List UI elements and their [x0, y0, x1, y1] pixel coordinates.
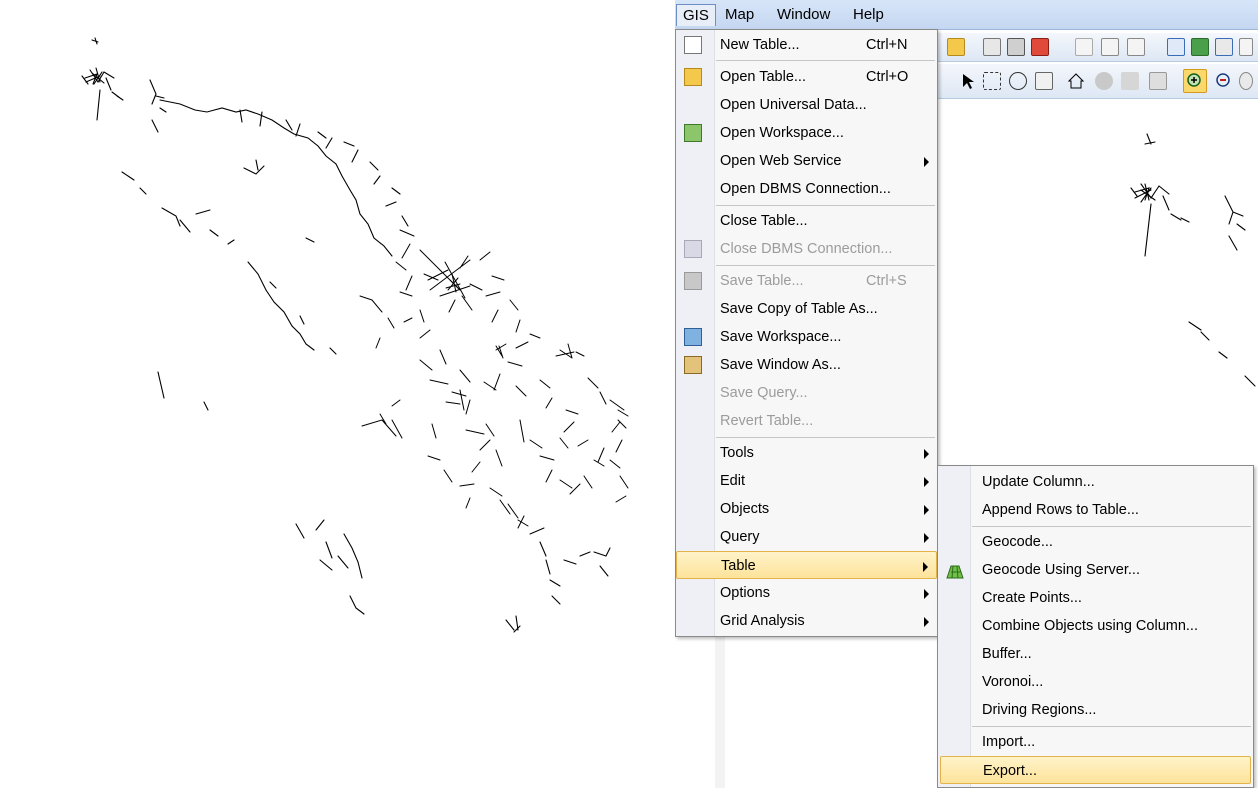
graph-select-icon[interactable]: [1149, 72, 1167, 90]
menu-item-save-workspace[interactable]: Save Workspace...: [676, 323, 937, 351]
menu-map[interactable]: Map: [719, 4, 760, 26]
save-window-icon: [684, 356, 702, 374]
menu-item-buffer[interactable]: Buffer...: [938, 640, 1253, 668]
submenu-arrow-icon: [924, 449, 929, 459]
menu-item-table[interactable]: Table: [676, 551, 937, 579]
browser-icon[interactable]: [1167, 38, 1185, 56]
open-workspace-icon: [684, 124, 702, 142]
table-submenu: Update Column... Append Rows to Table...…: [937, 465, 1254, 788]
copy-icon[interactable]: [1101, 38, 1119, 56]
menu-item-save-query: Save Query...: [720, 385, 808, 401]
menu-item-new-table[interactable]: New Table... Ctrl+N: [676, 31, 937, 59]
submenu-arrow-icon: [924, 477, 929, 487]
menu-item-combine-objects-using-column[interactable]: Combine Objects using Column...: [938, 612, 1253, 640]
menu-item-grid-analysis[interactable]: Grid Analysis: [676, 607, 937, 635]
submenu-arrow-icon: [924, 533, 929, 543]
menu-item-open-universal-data[interactable]: Open Universal Data...: [676, 91, 937, 119]
print-icon[interactable]: [1007, 38, 1025, 56]
menu-separator: [716, 205, 935, 206]
gis-application: GIS Map Window Help New Table... Ctrl+N …: [675, 0, 1258, 788]
invert-selection-icon[interactable]: [1121, 72, 1139, 90]
menu-separator: [716, 437, 935, 438]
submenu-arrow-icon: [924, 589, 929, 599]
menu-item-open-dbms-connection[interactable]: Open DBMS Connection...: [676, 175, 937, 203]
radius-select-icon[interactable]: [1009, 72, 1027, 90]
menu-item-edit[interactable]: Edit: [676, 467, 937, 495]
zoom-in-icon[interactable]: [1183, 69, 1207, 93]
left-map-canvas[interactable]: [0, 0, 715, 788]
pdf-icon[interactable]: [1031, 38, 1049, 56]
new-table-icon: [684, 36, 702, 54]
menu-item-create-points[interactable]: Create Points...: [938, 584, 1253, 612]
submenu-arrow-icon: [923, 562, 928, 572]
help-tool-icon[interactable]: [1239, 72, 1253, 90]
polygon-select-icon[interactable]: [1035, 72, 1053, 90]
geocode-server-icon: [946, 561, 964, 579]
menu-item-close-table[interactable]: Close Table...: [676, 207, 937, 235]
submenu-arrow-icon: [924, 617, 929, 627]
menu-separator: [716, 60, 935, 61]
save-icon: [684, 272, 702, 290]
menu-item-voronoi[interactable]: Voronoi...: [938, 668, 1253, 696]
menu-item-revert-table: Revert Table...: [720, 413, 814, 429]
menu-separator: [972, 726, 1251, 727]
menu-item-geocode-using-server[interactable]: Geocode Using Server...: [938, 556, 1253, 584]
layout-icon[interactable]: [1191, 38, 1209, 56]
close-dbms-icon: [684, 240, 702, 258]
menu-item-save-table: Save Table... Ctrl+S: [676, 267, 937, 295]
menu-item-tools[interactable]: Tools: [676, 439, 937, 467]
redistrict-icon[interactable]: [1239, 38, 1253, 56]
menu-separator: [716, 265, 935, 266]
menu-separator: [972, 526, 1251, 527]
save-workspace-icon: [684, 328, 702, 346]
menu-gis[interactable]: GIS: [676, 4, 716, 26]
select-arrow-icon[interactable]: [959, 72, 977, 90]
paste-icon[interactable]: [1127, 38, 1145, 56]
menu-item-import[interactable]: Import...: [938, 728, 1253, 756]
gis-dropdown-menu: New Table... Ctrl+N Open Table... Ctrl+O…: [675, 29, 938, 637]
menu-item-open-table[interactable]: Open Table... Ctrl+O: [676, 63, 937, 91]
zoom-out-icon[interactable]: [1215, 72, 1233, 90]
menu-item-save-window-as[interactable]: Save Window As...: [676, 351, 937, 379]
menu-item-objects[interactable]: Objects: [676, 495, 937, 523]
submenu-arrow-icon: [924, 157, 929, 167]
boundary-select-icon[interactable]: [1067, 72, 1085, 90]
unselect-all-icon[interactable]: [1095, 72, 1113, 90]
menu-item-driving-regions[interactable]: Driving Regions...: [938, 696, 1253, 724]
menu-item-save-copy-of-table-as[interactable]: Save Copy of Table As...: [676, 295, 937, 323]
menu-item-open-workspace[interactable]: Open Workspace...: [676, 119, 937, 147]
marquee-select-icon[interactable]: [983, 72, 1001, 90]
menu-window[interactable]: Window: [771, 4, 836, 26]
cut-icon[interactable]: [1075, 38, 1093, 56]
menu-item-query[interactable]: Query: [676, 523, 937, 551]
menu-item-options[interactable]: Options: [676, 579, 937, 607]
menu-item-append-rows-to-table[interactable]: Append Rows to Table...: [938, 496, 1253, 524]
menu-item-export[interactable]: Export...: [940, 756, 1251, 784]
menu-item-open-web-service[interactable]: Open Web Service: [676, 147, 937, 175]
menu-item-update-column[interactable]: Update Column...: [938, 468, 1253, 496]
menu-bar: GIS Map Window Help: [675, 0, 1258, 30]
menu-help[interactable]: Help: [847, 4, 890, 26]
menu-item-close-dbms-connection: Close DBMS Connection...: [676, 235, 937, 263]
open-folder-icon[interactable]: [947, 38, 965, 56]
save-workspace-toolbar-icon[interactable]: [983, 38, 1001, 56]
open-table-icon: [684, 68, 702, 86]
menu-item-geocode[interactable]: Geocode...: [938, 528, 1253, 556]
graph-icon[interactable]: [1215, 38, 1233, 56]
submenu-arrow-icon: [924, 505, 929, 515]
